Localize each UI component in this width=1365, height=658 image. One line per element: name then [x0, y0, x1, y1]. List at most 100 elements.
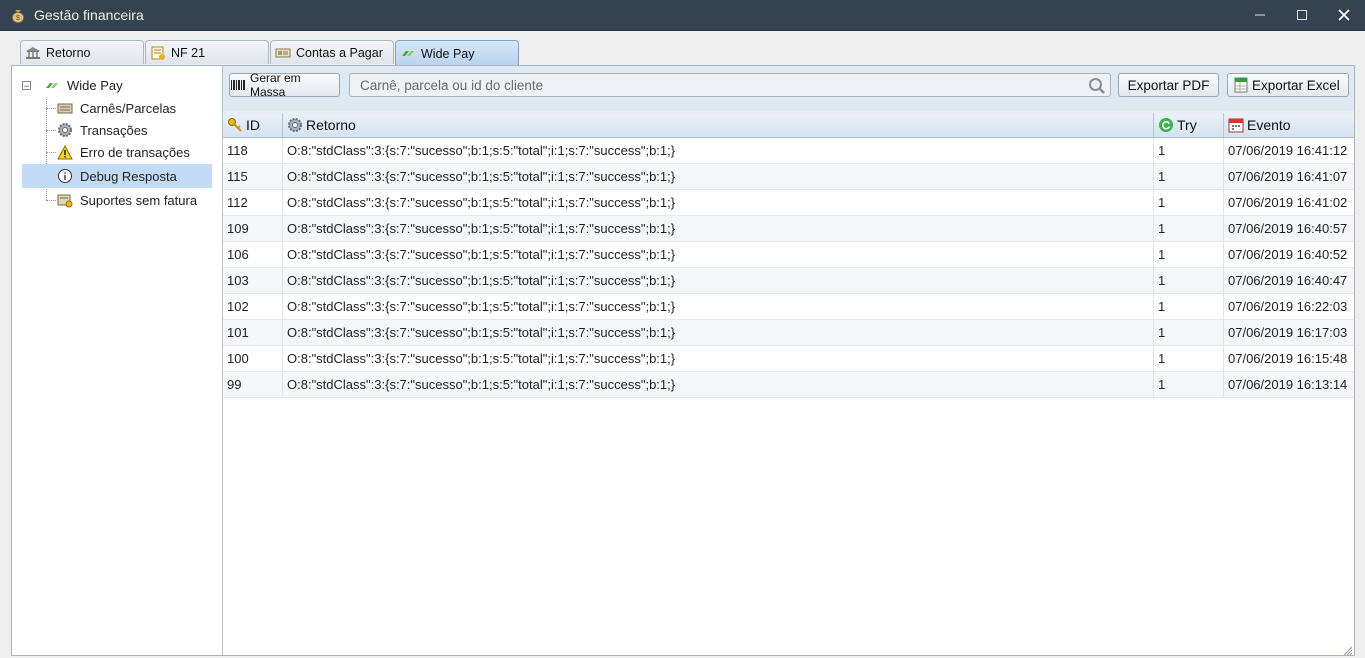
search-box	[349, 73, 1111, 97]
tree-item-erro-de-transacoes[interactable]: Erro de transações	[56, 140, 190, 164]
table-row[interactable]: 101 O:8:"stdClass":3:{s:7:"sucesso";b:1;…	[223, 320, 1354, 346]
tab-contas-a-pagar[interactable]: Contas a Pagar	[270, 40, 394, 64]
table-row[interactable]: 106 O:8:"stdClass":3:{s:7:"sucesso";b:1;…	[223, 242, 1354, 268]
refresh-icon	[1158, 117, 1174, 133]
export-excel-label: Exportar Excel	[1252, 77, 1340, 93]
cell-evento: 07/06/2019 16:22:03	[1228, 299, 1348, 314]
cell-try: 1	[1154, 164, 1224, 189]
table-row[interactable]: 112 O:8:"stdClass":3:{s:7:"sucesso";b:1;…	[223, 190, 1354, 216]
cell-id: 118	[223, 138, 283, 163]
widepay-icon	[400, 47, 416, 61]
cell-try: 1	[1154, 294, 1224, 319]
main-panel: − Wide Pay Carnês/Parcelas Transações Er…	[11, 65, 1355, 656]
column-header-try[interactable]: Try	[1154, 113, 1224, 137]
table-body: 118 O:8:"stdClass":3:{s:7:"sucesso";b:1;…	[223, 138, 1354, 398]
tab-nf21[interactable]: NF 21	[145, 40, 269, 64]
tree-item-debug-resposta[interactable]: Debug Resposta	[22, 164, 212, 188]
cell-evento: 07/06/2019 16:15:48	[1228, 351, 1348, 366]
table-row[interactable]: 99 O:8:"stdClass":3:{s:7:"sucesso";b:1;s…	[223, 372, 1354, 398]
tree-item-label: Suportes sem fatura	[80, 192, 198, 208]
tab-bar: Retorno NF 21 Contas a Pagar Wide Pay	[20, 40, 520, 66]
search-icon[interactable]	[1088, 77, 1106, 98]
gear-icon	[56, 122, 74, 138]
generate-batch-button[interactable]: Gerar em Massa	[229, 71, 340, 99]
cell-retorno: O:8:"stdClass":3:{s:7:"sucesso";b:1;s:5:…	[283, 294, 1154, 319]
navigation-tree: − Wide Pay Carnês/Parcelas Transações Er…	[12, 66, 223, 655]
cell-try: 1	[1154, 320, 1224, 345]
collapse-icon[interactable]: −	[22, 81, 31, 91]
export-excel-button[interactable]: Exportar Excel	[1227, 73, 1349, 97]
export-pdf-button[interactable]: Exportar PDF	[1118, 73, 1219, 97]
search-input[interactable]	[350, 76, 1082, 94]
bank-icon	[25, 46, 41, 60]
cell-retorno: O:8:"stdClass":3:{s:7:"sucesso";b:1;s:5:…	[283, 138, 1154, 163]
table-row[interactable]: 100 O:8:"stdClass":3:{s:7:"sucesso";b:1;…	[223, 346, 1354, 372]
cell-evento: 07/06/2019 16:41:02	[1228, 195, 1348, 210]
table-row[interactable]: 109 O:8:"stdClass":3:{s:7:"sucesso";b:1;…	[223, 216, 1354, 242]
table-row[interactable]: 102 O:8:"stdClass":3:{s:7:"sucesso";b:1;…	[223, 294, 1354, 320]
cell-id: 115	[223, 164, 283, 189]
tree-item-label: Debug Resposta	[80, 168, 177, 184]
tab-label: NF 21	[171, 45, 206, 60]
tree-item-label: Transações	[80, 122, 148, 138]
cell-id: 100	[223, 346, 283, 371]
title-bar: $ Gestão financeira	[0, 0, 1365, 31]
key-icon	[227, 117, 243, 133]
money-bag-icon: $	[10, 7, 26, 23]
debug-table: ID Retorno Try Evento 118 O:8:"stdClass"…	[223, 113, 1354, 656]
cell-retorno: O:8:"stdClass":3:{s:7:"sucesso";b:1;s:5:…	[283, 216, 1154, 241]
tab-label: Retorno	[46, 45, 91, 60]
column-header-id[interactable]: ID	[223, 113, 283, 137]
tree-guide-line	[46, 130, 56, 131]
booklet-icon	[56, 100, 74, 116]
cell-try: 1	[1154, 268, 1224, 293]
gear-icon	[287, 117, 303, 133]
column-header-label: Evento	[1247, 117, 1291, 133]
svg-text:$: $	[16, 15, 20, 22]
table-row[interactable]: 115 O:8:"stdClass":3:{s:7:"sucesso";b:1;…	[223, 164, 1354, 190]
cell-evento: 07/06/2019 16:40:57	[1228, 221, 1348, 236]
tab-wide-pay[interactable]: Wide Pay	[395, 40, 519, 66]
tree-item-transacoes[interactable]: Transações	[56, 118, 147, 142]
cell-evento: 07/06/2019 16:13:14	[1228, 377, 1348, 392]
tree-guide-line	[46, 108, 56, 109]
column-header-label: Retorno	[306, 117, 356, 133]
column-header-retorno[interactable]: Retorno	[283, 113, 1154, 137]
cell-id: 112	[223, 190, 283, 215]
calendar-icon	[1228, 117, 1244, 133]
cell-id: 99	[223, 372, 283, 397]
cell-try: 1	[1154, 346, 1224, 371]
bill-icon	[275, 46, 291, 60]
tree-root-wide-pay[interactable]: − Wide Pay	[22, 78, 123, 93]
table-row[interactable]: 103 O:8:"stdClass":3:{s:7:"sucesso";b:1;…	[223, 268, 1354, 294]
minimize-button[interactable]	[1239, 0, 1281, 30]
tab-label: Contas a Pagar	[296, 45, 383, 60]
tree-item-suportes-sem-fatura[interactable]: Suportes sem fatura	[56, 188, 197, 212]
cell-retorno: O:8:"stdClass":3:{s:7:"sucesso";b:1;s:5:…	[283, 164, 1154, 189]
tab-retorno[interactable]: Retorno	[20, 40, 144, 64]
cell-id: 109	[223, 216, 283, 241]
cell-retorno: O:8:"stdClass":3:{s:7:"sucesso";b:1;s:5:…	[283, 372, 1154, 397]
toolbar: Gerar em Massa Exportar PDF Exportar Exc…	[223, 66, 1354, 111]
table-header: ID Retorno Try Evento	[223, 113, 1354, 138]
cell-try: 1	[1154, 190, 1224, 215]
resize-grip-icon[interactable]	[1342, 643, 1353, 656]
cell-retorno: O:8:"stdClass":3:{s:7:"sucesso";b:1;s:5:…	[283, 190, 1154, 215]
maximize-button[interactable]	[1281, 0, 1323, 30]
cell-try: 1	[1154, 216, 1224, 241]
tree-root-label: Wide Pay	[67, 78, 123, 93]
cell-retorno: O:8:"stdClass":3:{s:7:"sucesso";b:1;s:5:…	[283, 346, 1154, 371]
cell-evento: 07/06/2019 16:41:12	[1228, 143, 1348, 158]
cell-id: 106	[223, 242, 283, 267]
cell-evento: 07/06/2019 16:17:03	[1228, 325, 1348, 340]
table-row[interactable]: 118 O:8:"stdClass":3:{s:7:"sucesso";b:1;…	[223, 138, 1354, 164]
cell-retorno: O:8:"stdClass":3:{s:7:"sucesso";b:1;s:5:…	[283, 268, 1154, 293]
tree-item-carnes-parcelas[interactable]: Carnês/Parcelas	[56, 96, 176, 120]
cell-id: 102	[223, 294, 283, 319]
cell-id: 101	[223, 320, 283, 345]
column-header-evento[interactable]: Evento	[1224, 113, 1354, 137]
close-button[interactable]	[1323, 0, 1365, 30]
maximize-icon	[1297, 10, 1307, 20]
tree-guide-line	[46, 200, 56, 201]
cell-id: 103	[223, 268, 283, 293]
